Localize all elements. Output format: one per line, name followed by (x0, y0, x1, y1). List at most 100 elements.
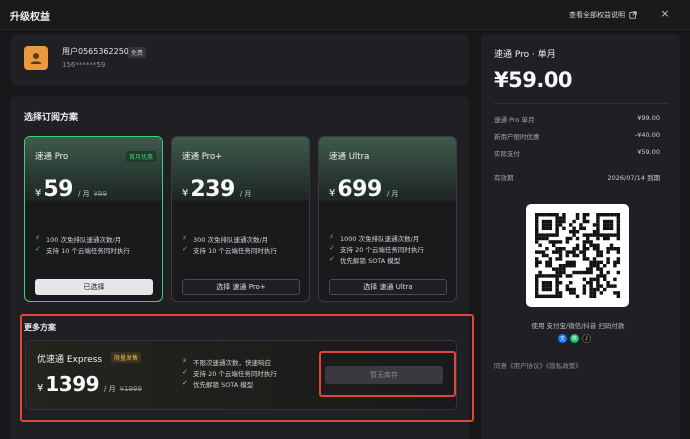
currency-symbol: ¥ (182, 188, 189, 199)
price-period: / 月 (239, 190, 252, 198)
express-plan-name: 优速通 Express (37, 355, 103, 365)
order-line-value: 2026/07/14 到期 (607, 174, 660, 182)
sold-out-button: 暂无库存 (325, 366, 443, 384)
check-icon: ✓ (182, 379, 188, 387)
user-card: 用户0565362250 免费 156******59 (10, 34, 469, 86)
avatar (24, 46, 48, 70)
more-plans-heading: 更多方案 (24, 323, 56, 332)
price-period: / 月 (78, 190, 90, 198)
check-icon: ✓ (182, 245, 188, 253)
qr-code-icon (535, 213, 621, 299)
promo-tag: 首月优惠 (125, 151, 156, 162)
feature-text: 支持 20 个云端任务同时执行 (340, 245, 424, 254)
order-line-label: 新用户限时优惠 (494, 133, 540, 141)
order-line-value: ¥99.00 (637, 114, 660, 122)
plan-features: ⚡ 300 次免排队速通次数/月 ✓ 支持 10 个云端任务同时执行 (182, 233, 277, 255)
feature-text: 100 次免排队速通次数/月 (46, 235, 122, 244)
order-line-value: ¥59.00 (637, 148, 660, 156)
order-price: ¥59.00 (494, 68, 573, 92)
agreement-text[interactable]: 同意《用户协议》《隐私政策》 (494, 360, 582, 370)
select-ultra-button[interactable]: 选择 速通 Ultra (329, 279, 447, 295)
user-name: 用户0565362250 (62, 47, 129, 56)
bolt-icon: ⚡ (329, 233, 334, 241)
payment-instructions: 使用 支付宝/微信/抖音 扫码付款 (531, 322, 625, 330)
douyin-icon: ♪ (582, 334, 591, 343)
plan-features: ⚡ 1000 次免排队速通次数/月 ✓ 支持 20 个云端任务同时执行 ✓ 优先解锁 … (329, 232, 424, 265)
user-avatar-icon (30, 53, 42, 64)
feature-item: ⚡ 100 次免排队速通次数/月 (35, 233, 130, 244)
feature-item: ✓ 支持 20 个云端任务同时执行 (182, 367, 277, 378)
order-line: 速通 Pro 单月 ¥99.00 (494, 114, 660, 124)
free-badge: 免费 (128, 47, 147, 58)
original-price: ¥1999 (119, 385, 142, 393)
feature-text: 1000 次免排队速通次数/月 (340, 234, 420, 243)
order-line-value: -¥40.00 (634, 131, 660, 139)
bolt-icon: ⚡ (182, 357, 187, 365)
plan-price: ¥ 59 / 月 ¥99 (35, 177, 107, 202)
order-line-label: 有效期 (494, 174, 514, 182)
feature-item: ✓ 优先解锁 SOTA 模型 (329, 254, 424, 265)
check-icon: ✓ (182, 368, 188, 376)
alipay-icon: 支 (558, 334, 567, 343)
price-value: 699 (337, 177, 382, 202)
currency-symbol: ¥ (329, 188, 336, 199)
feature-text: 支持 10 个云端任务同时执行 (46, 246, 130, 255)
currency-symbol: ¥ (37, 383, 44, 394)
feature-item: ⚡ 1000 次免排队速通次数/月 (329, 232, 424, 243)
close-button[interactable]: × (659, 6, 671, 22)
feature-item: ✓ 支持 10 个云端任务同时执行 (182, 244, 277, 255)
order-line-label: 速通 Pro 单月 (494, 116, 535, 124)
price-period: / 月 (386, 190, 399, 198)
order-line: 实际支付 ¥59.00 (494, 148, 660, 158)
feature-item: ✓ 支持 10 个云端任务同时执行 (35, 244, 130, 255)
feature-item: ✓ 优先解锁 SOTA 模型 (182, 378, 277, 389)
price-value: 59 (43, 177, 73, 202)
check-icon: ✓ (329, 244, 335, 252)
express-price: ¥ 1399 / 月 ¥1999 (37, 372, 142, 396)
page-title: 升级权益 (10, 12, 50, 23)
feature-text: 优先解锁 SOTA 模型 (340, 256, 401, 265)
top-bar: 升级权益 查看全部权益说明 × (0, 0, 690, 30)
price-period: / 月 (104, 385, 116, 393)
feature-text: 支持 20 个云端任务同时执行 (193, 369, 277, 378)
plan-card-pro[interactable]: 速通 Pro 首月优惠 ¥ 59 / 月 ¥99 ⚡ 100 次免排队速通次数/月… (24, 136, 163, 302)
selected-button[interactable]: 已选择 (35, 279, 153, 295)
feature-text: 不限次速通次数，快速响应 (193, 358, 271, 367)
plan-features: ⚡ 100 次免排队速通次数/月 ✓ 支持 10 个云端任务同时执行 (35, 233, 130, 255)
bolt-icon: ⚡ (182, 234, 187, 242)
order-title: 速通 Pro · 单月 (494, 50, 556, 60)
feature-text: 300 次免排队速通次数/月 (193, 235, 269, 244)
currency-symbol: ¥ (35, 188, 42, 199)
plan-card-ultra[interactable]: 速通 Ultra ¥ 699 / 月 ⚡ 1000 次免排队速通次数/月 ✓ 支持 … (318, 136, 457, 302)
wechat-icon: 微 (570, 334, 579, 343)
payment-methods: 支 微 ♪ (558, 334, 591, 343)
limited-tag: 限量发售 (111, 352, 142, 363)
feature-item: ✓ 支持 20 个云端任务同时执行 (329, 243, 424, 254)
order-line: 有效期 2026/07/14 到期 (494, 172, 660, 182)
order-line: 新用户限时优惠 -¥40.00 (494, 131, 660, 141)
plan-name: 速通 Ultra (329, 152, 370, 162)
view-all-rights-label: 查看全部权益说明 (569, 11, 625, 19)
feature-item: ⚡ 300 次免排队速通次数/月 (182, 233, 277, 244)
feature-text: 支持 10 个云端任务同时执行 (193, 246, 277, 255)
check-icon: ✓ (329, 255, 335, 263)
plan-name: 速通 Pro (35, 152, 69, 162)
user-phone: 156******59 (62, 61, 106, 69)
external-link-icon (629, 11, 637, 19)
plan-price: ¥ 699 / 月 (329, 177, 398, 202)
feature-item: ⚡ 不限次速通次数，快速响应 (182, 356, 277, 367)
divider (494, 103, 668, 104)
price-value: 239 (190, 177, 235, 202)
payment-qr-code (526, 204, 629, 307)
select-pro-plus-button[interactable]: 选择 速通 Pro+ (182, 279, 300, 295)
price-value: 1399 (45, 372, 100, 396)
plan-price: ¥ 239 / 月 (182, 177, 251, 202)
plan-name: 速通 Pro+ (182, 152, 223, 162)
bolt-icon: ⚡ (35, 234, 40, 242)
check-icon: ✓ (35, 245, 41, 253)
view-all-rights-link[interactable]: 查看全部权益说明 (569, 10, 637, 20)
express-features: ⚡ 不限次速通次数，快速响应 ✓ 支持 20 个云端任务同时执行 ✓ 优先解锁 SOT… (182, 356, 277, 389)
plan-card-pro-plus[interactable]: 速通 Pro+ ¥ 239 / 月 ⚡ 300 次免排队速通次数/月 ✓ 支持 10… (171, 136, 310, 302)
feature-text: 优先解锁 SOTA 模型 (193, 380, 254, 389)
plans-heading: 选择订阅方案 (24, 113, 79, 123)
